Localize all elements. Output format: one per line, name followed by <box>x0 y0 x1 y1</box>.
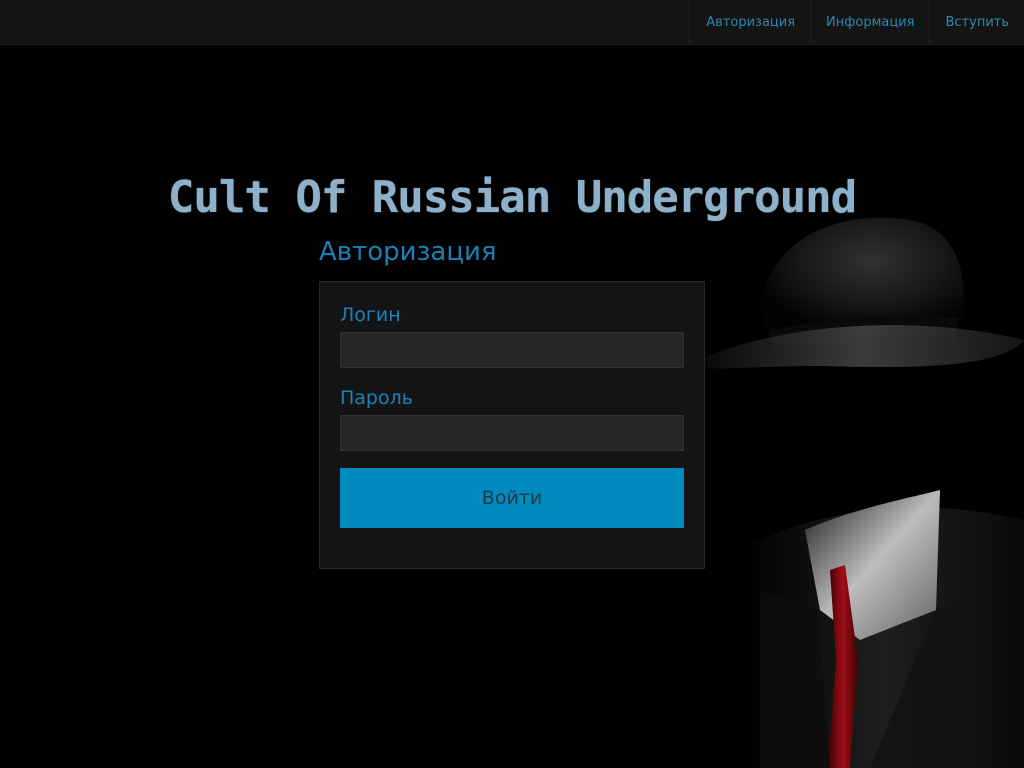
faceless-man-figure <box>700 217 1024 768</box>
nav-item-login[interactable]: Авторизация <box>689 0 810 44</box>
nav-menu: Авторизация Информация Вступить <box>689 0 1024 44</box>
page: Авторизация Информация Вступить Cult Of … <box>0 0 1024 768</box>
submit-button[interactable]: Войти <box>340 468 684 528</box>
password-label: Пароль <box>340 387 413 409</box>
nav-item-info[interactable]: Информация <box>810 0 929 44</box>
login-label: Логин <box>340 304 401 326</box>
nav-item-join[interactable]: Вступить <box>929 0 1024 44</box>
login-input[interactable] <box>340 332 684 368</box>
site-title: Cult Of Russian Underground <box>167 172 857 223</box>
login-heading: Авторизация <box>319 237 497 267</box>
login-panel: Логин Пароль Войти <box>319 281 705 569</box>
password-input[interactable] <box>340 415 684 451</box>
top-navbar: Авторизация Информация Вступить <box>0 0 1024 45</box>
